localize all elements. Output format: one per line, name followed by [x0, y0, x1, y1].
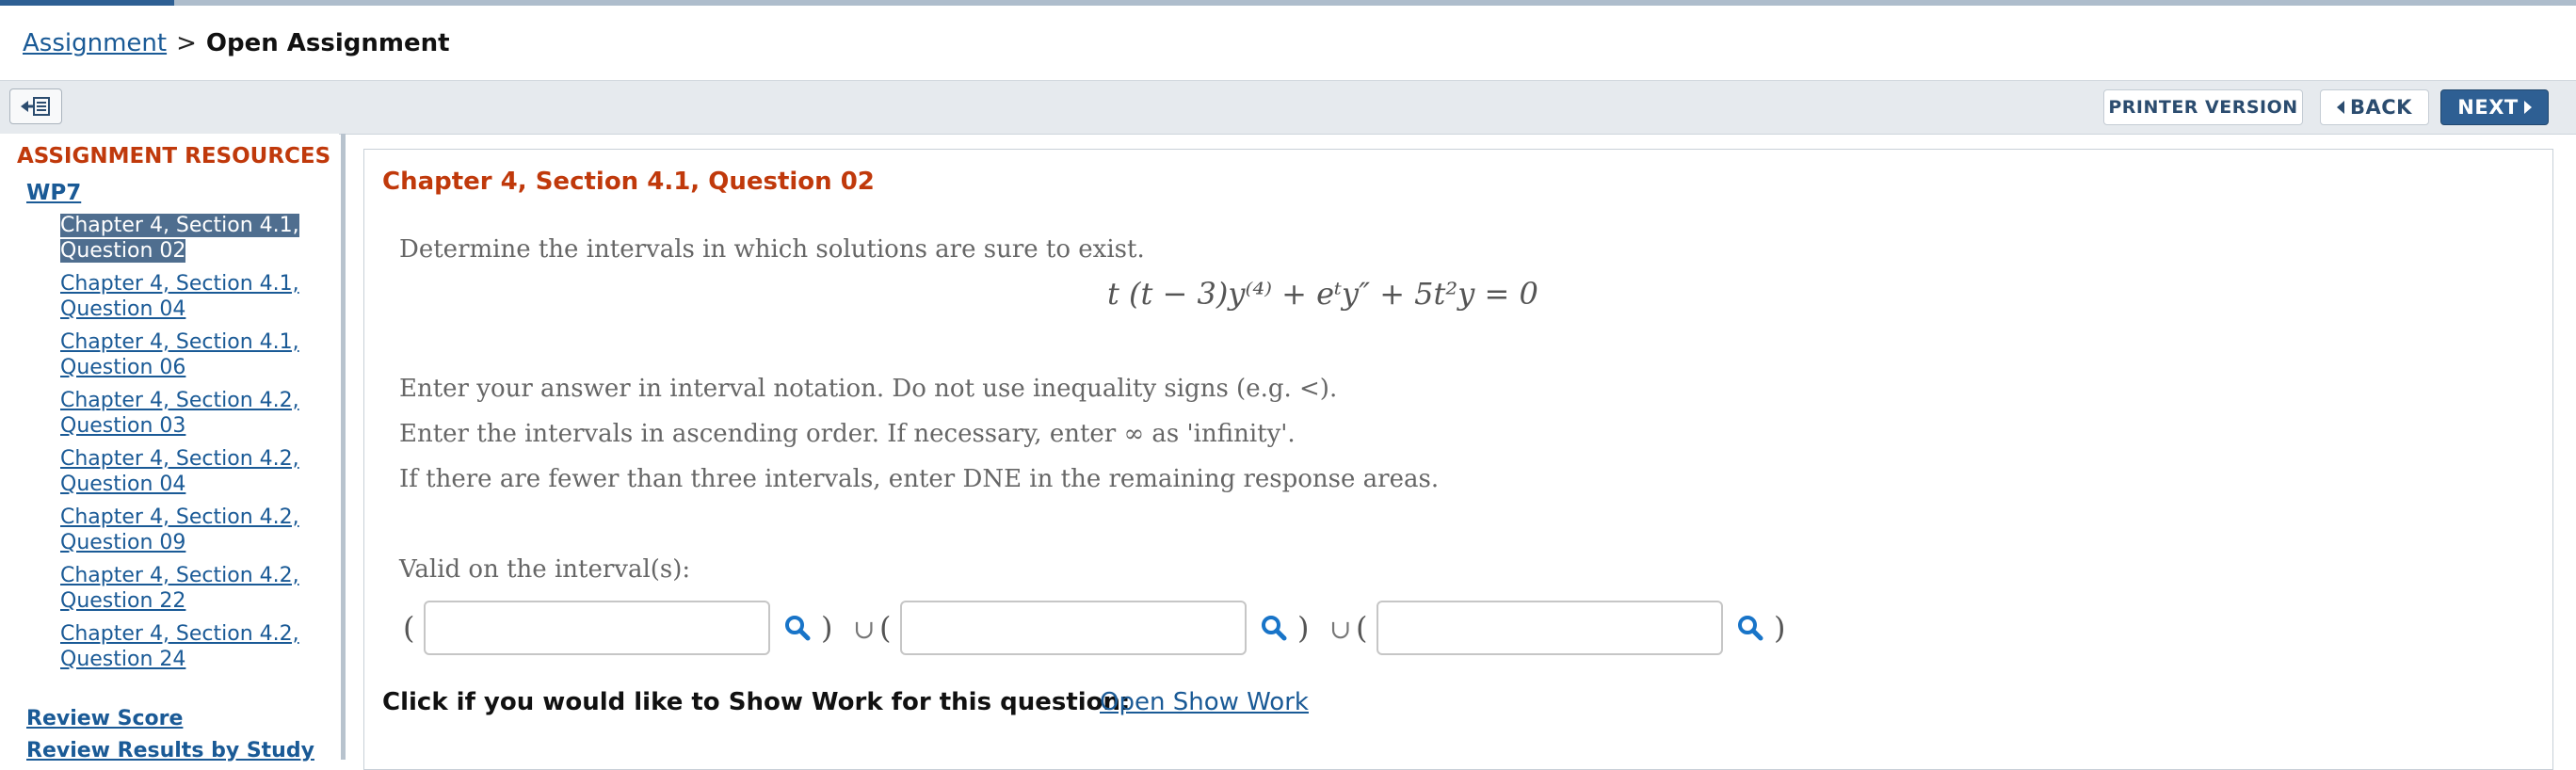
review-results-link[interactable]: Review Results by Study	[26, 739, 314, 762]
search-icon[interactable]	[783, 614, 812, 642]
show-work-prompt: Click if you would like to Show Work for…	[382, 688, 1131, 716]
sidebar-item-ch4-s42-q03[interactable]: Chapter 4, Section 4.2, Question 03	[60, 388, 314, 446]
back-label: BACK	[2350, 96, 2412, 119]
close-paren: )	[1774, 610, 1786, 646]
breadcrumb-assignment-link[interactable]: Assignment	[23, 29, 167, 57]
sidebar-item-label: Chapter 4, Section 4.2, Question 22	[60, 564, 299, 613]
sidebar-item-label: Chapter 4, Section 4.2, Question 03	[60, 389, 299, 438]
breadcrumb-current: Open Assignment	[205, 29, 450, 57]
toolbar: PRINTER VERSION BACK NEXT	[0, 80, 2576, 135]
sidebar-item-ch4-s41-q02[interactable]: Chapter 4, Section 4.1, Question 02	[60, 213, 314, 271]
sidebar-item-ch4-s42-q22[interactable]: Chapter 4, Section 4.2, Question 22	[60, 563, 314, 621]
next-label: NEXT	[2457, 96, 2519, 119]
chevron-left-icon	[2337, 101, 2345, 114]
sidebar-item-label: Chapter 4, Section 4.1, Question 02	[60, 214, 299, 263]
sidebar-title: ASSIGNMENT RESOURCES	[17, 144, 331, 168]
sidebar-item-ch4-s42-q04[interactable]: Chapter 4, Section 4.2, Question 04	[60, 446, 314, 505]
question-prompt: Determine the intervals in which solutio…	[399, 235, 1145, 264]
open-paren: (	[879, 610, 892, 646]
interval-input-1[interactable]	[424, 601, 770, 655]
sidebar-item-ch4-s42-q24[interactable]: Chapter 4, Section 4.2, Question 24	[60, 621, 314, 680]
back-button[interactable]: BACK	[2320, 89, 2429, 125]
union-symbol: ∪	[853, 614, 876, 645]
sidebar-item-ch4-s41-q04[interactable]: Chapter 4, Section 4.1, Question 04	[60, 271, 314, 329]
breadcrumb: Assignment > Open Assignment	[23, 27, 450, 59]
assignment-resources-sidebar: ASSIGNMENT RESOURCES WP7 Chapter 4, Sect…	[0, 134, 339, 762]
union-symbol: ∪	[1329, 614, 1352, 645]
close-paren: )	[821, 610, 833, 646]
open-paren: (	[403, 610, 415, 646]
open-paren: (	[1356, 610, 1368, 646]
question-equation: t (t − 3)y⁽⁴⁾ + eᵗy″ + 5t²y = 0	[1107, 276, 1538, 312]
sidebar-group-wp7[interactable]: WP7	[26, 181, 81, 205]
answer-row: ( ) ∪ ( ) ∪ ( )	[403, 601, 1796, 655]
sidebar-item-ch4-s41-q06[interactable]: Chapter 4, Section 4.1, Question 06	[60, 329, 314, 388]
collapse-sidebar-button[interactable]	[9, 88, 62, 124]
top-progress-strip	[0, 0, 2576, 6]
sidebar-item-label: Chapter 4, Section 4.1, Question 06	[60, 330, 299, 379]
printer-version-button[interactable]: PRINTER VERSION	[2103, 89, 2303, 125]
question-title: Chapter 4, Section 4.1, Question 02	[382, 168, 875, 196]
chevron-right-icon	[2523, 101, 2532, 114]
interval-input-3[interactable]	[1377, 601, 1723, 655]
sidebar-item-label: Chapter 4, Section 4.2, Question 09	[60, 505, 299, 554]
sidebar-item-ch4-s42-q09[interactable]: Chapter 4, Section 4.2, Question 09	[60, 505, 314, 563]
collapse-sidebar-icon	[21, 97, 50, 116]
sidebar-item-label: Chapter 4, Section 4.2, Question 24	[60, 622, 299, 671]
sidebar-item-label: Chapter 4, Section 4.2, Question 04	[60, 447, 299, 496]
question-list: Chapter 4, Section 4.1, Question 02 Chap…	[60, 213, 314, 680]
sidebar-divider[interactable]	[341, 134, 346, 760]
search-icon[interactable]	[1260, 614, 1288, 642]
next-button[interactable]: NEXT	[2440, 89, 2549, 125]
instruction-notation: Enter your answer in interval notation. …	[399, 375, 1338, 403]
open-show-work-link[interactable]: Open Show Work	[1100, 688, 1309, 716]
close-paren: )	[1297, 610, 1310, 646]
top-progress-segment	[0, 0, 174, 6]
search-icon[interactable]	[1736, 614, 1764, 642]
breadcrumb-separator: >	[176, 29, 197, 57]
instruction-order: Enter the intervals in ascending order. …	[399, 420, 1296, 448]
valid-interval-label: Valid on the interval(s):	[399, 555, 691, 584]
review-score-link[interactable]: Review Score	[26, 707, 183, 730]
instruction-dne: If there are fewer than three intervals,…	[399, 465, 1440, 493]
interval-input-2[interactable]	[900, 601, 1247, 655]
sidebar-item-label: Chapter 4, Section 4.1, Question 04	[60, 272, 299, 321]
